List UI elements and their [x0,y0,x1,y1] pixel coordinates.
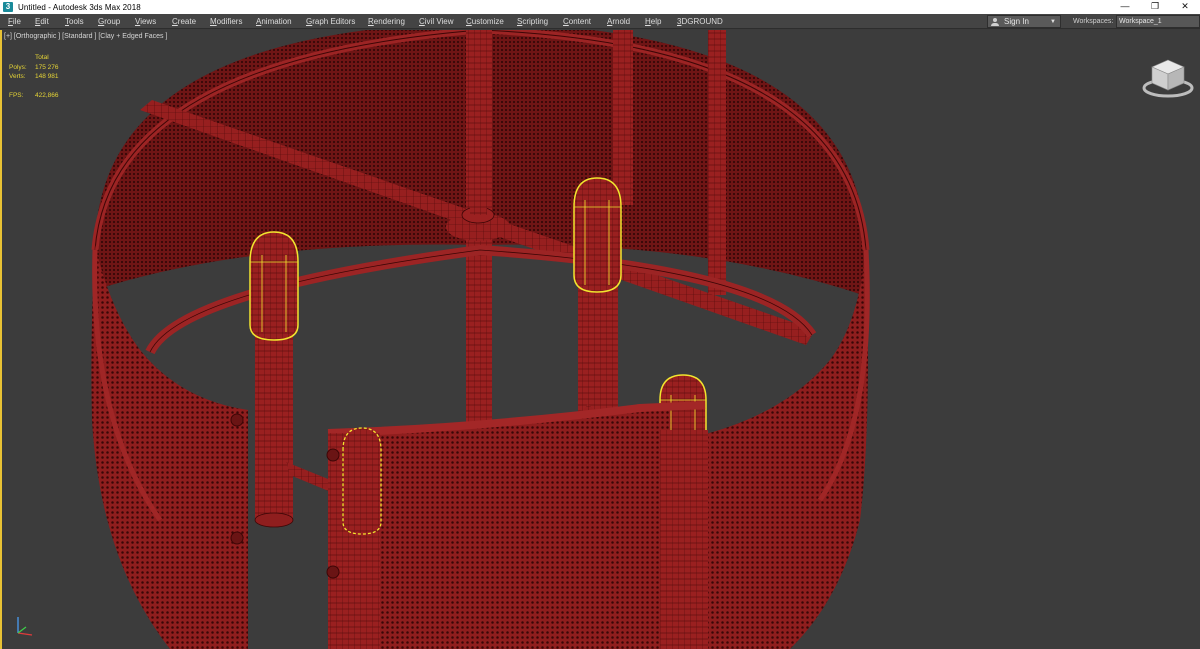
menu-content[interactable]: Content [563,14,591,29]
axis-tripod-icon [17,617,33,636]
viewport-label[interactable]: [+] [Orthographic ] [Standard ] [Clay + … [4,33,167,40]
menu-civil-view[interactable]: Civil View [419,14,454,29]
menu-file[interactable]: File [8,14,21,29]
fps-label: FPS: [9,91,24,99]
menu-rendering[interactable]: Rendering [368,14,405,29]
menu-animation[interactable]: Animation [256,14,292,29]
menu-3dground[interactable]: 3DGROUND [677,14,723,29]
menu-tools[interactable]: Tools [65,14,84,29]
polys-value: 175 276 [35,63,59,71]
menu-group[interactable]: Group [98,14,120,29]
viewport-scene[interactable] [0,30,1200,649]
menu-edit[interactable]: Edit [35,14,49,29]
menu-modifiers[interactable]: Modifiers [210,14,242,29]
stats-polys-row: Polys: 175 276 [9,63,59,73]
left-column[interactable] [255,330,293,520]
window-controls: — ❐ ✕ [1110,0,1200,14]
menu-create[interactable]: Create [172,14,196,29]
window-title: Untitled - Autodesk 3ds Max 2018 [18,2,141,12]
verts-label: Verts: [9,73,26,80]
menu-scripting[interactable]: Scripting [517,14,548,29]
perspective-viewport[interactable]: [+] [Orthographic ] [Standard ] [Clay + … [0,30,1200,649]
app-window: 3 Untitled - Autodesk 3ds Max 2018 — ❐ ✕… [0,0,1200,649]
minimize-icon[interactable]: — [1110,0,1140,14]
close-icon[interactable]: ✕ [1170,0,1200,14]
statistics-overlay: Total Polys: 175 276 Verts: 148 981 FPS:… [9,53,59,100]
left-bulb[interactable] [249,231,299,341]
menu-views[interactable]: Views [135,14,156,29]
workspaces-label: Workspaces: [1073,18,1114,25]
menu-bar: File Edit Tools Group Views Create Modif… [0,14,1200,29]
stats-verts-row: Verts: 148 981 [9,72,59,82]
front-left-bulb[interactable] [342,427,382,535]
sign-in-label: Sign In [1004,17,1029,26]
back-door-frame[interactable] [708,30,726,295]
right-back-bulb[interactable] [573,177,622,293]
3ds-max-icon: 3 [3,2,13,12]
viewcube-icon[interactable] [1140,52,1196,98]
menu-customize[interactable]: Customize [466,14,504,29]
menu-graph-editors[interactable]: Graph Editors [306,14,355,29]
chevron-down-icon: ▼ [1050,18,1056,25]
user-icon [991,17,999,26]
polys-label: Polys: [9,63,27,71]
menu-help[interactable]: Help [645,14,661,29]
title-bar: 3 Untitled - Autodesk 3ds Max 2018 — ❐ ✕ [0,0,1200,14]
sign-in-dropdown[interactable]: Sign In ▼ [987,15,1061,28]
fps-value: 422,866 [35,91,59,99]
workspace-select[interactable]: Workspace_1 [1116,15,1200,28]
restore-icon[interactable]: ❐ [1140,0,1170,14]
verts-value: 148 981 [35,73,59,80]
menu-arnold[interactable]: Arnold [607,14,630,29]
stats-header: Total [35,54,49,61]
stats-fps-row: FPS: 422,866 [9,91,59,101]
